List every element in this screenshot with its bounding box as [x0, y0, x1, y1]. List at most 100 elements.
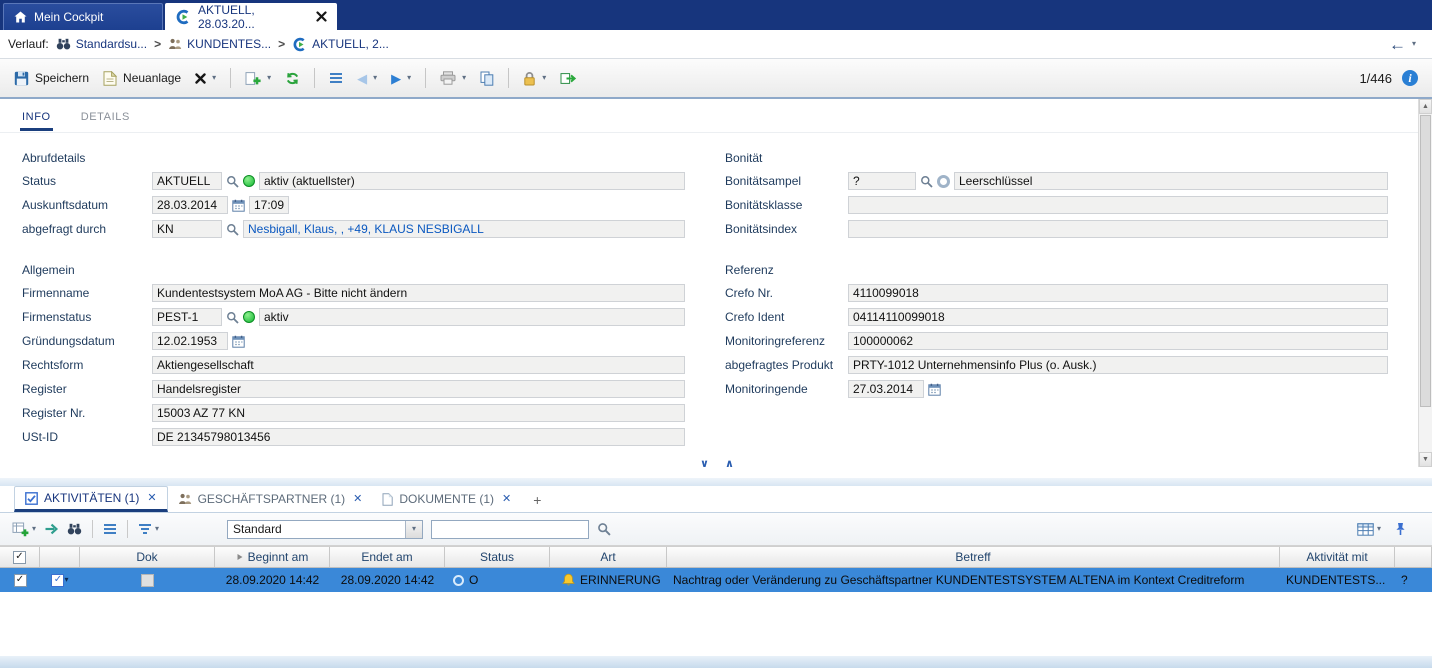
lookup-icon[interactable]: [226, 223, 239, 236]
calendar-icon[interactable]: [232, 335, 245, 348]
scroll-down-icon[interactable]: ▼: [1419, 452, 1432, 467]
window-tab-aktuell[interactable]: AKTUELL, 28.03.20...: [165, 3, 337, 30]
rechtsform-field[interactable]: Aktiengesellschaft: [152, 356, 685, 374]
add-activity-button[interactable]: ▾: [12, 522, 36, 537]
collapse-up-icon[interactable]: ∧: [725, 457, 734, 470]
scrollbar-thumb[interactable]: [1420, 115, 1431, 407]
abgefragt-durch-text-field[interactable]: Nesbigall, Klaus, , +49, KLAUS NESBIGALL: [243, 220, 685, 238]
breadcrumb-item-aktuell[interactable]: AKTUELL, 2...: [292, 37, 389, 52]
print-button[interactable]: ▾: [436, 67, 470, 89]
user-link[interactable]: Nesbigall, Klaus, , +49, KLAUS NESBIGALL: [248, 222, 484, 236]
ust-id-field[interactable]: DE 21345798013456: [152, 428, 685, 446]
register-field[interactable]: Handelsregister: [152, 380, 685, 398]
monitoringreferenz-field[interactable]: 100000062: [848, 332, 1388, 350]
toolbar-separator: [127, 520, 128, 538]
copy-button[interactable]: [476, 67, 498, 90]
section-referenz: Referenz: [725, 255, 1388, 281]
delete-button[interactable]: ▾: [191, 69, 220, 88]
grid-settings-button[interactable]: ▾: [1357, 523, 1381, 536]
search-icon[interactable]: [597, 522, 611, 536]
abgefragt-durch-code-field[interactable]: KN: [152, 220, 222, 238]
view-select[interactable]: Standard ▾: [227, 520, 423, 539]
lookup-icon[interactable]: [226, 175, 239, 188]
header-beginnt-am[interactable]: Beginnt am: [215, 547, 330, 567]
lock-button[interactable]: ▾: [519, 67, 550, 90]
close-tab-icon[interactable]: [316, 11, 327, 22]
chevron-down-icon[interactable]: ▾: [64, 576, 68, 584]
refresh-button[interactable]: [281, 67, 304, 90]
close-tab-icon[interactable]: ✕: [353, 494, 362, 505]
list-view-button[interactable]: [103, 523, 117, 535]
scroll-up-icon[interactable]: ▲: [1419, 99, 1432, 114]
bonitaetsindex-field[interactable]: [848, 220, 1388, 238]
form-scrollbar[interactable]: ▲ ▼: [1418, 99, 1432, 467]
field-row-register-nr: Register Nr. 15003 AZ 77 KN: [22, 401, 685, 425]
panel-splitter[interactable]: [0, 478, 1432, 486]
collapse-down-icon[interactable]: ∨: [700, 457, 709, 470]
breadcrumb-item-standardsuche[interactable]: Standardsu...: [56, 37, 147, 51]
scrollbar-track[interactable]: [1419, 408, 1432, 452]
add-related-button[interactable]: ▾: [241, 67, 275, 90]
window-tab-mein-cockpit[interactable]: Mein Cockpit: [3, 3, 163, 30]
firmenname-field[interactable]: Kundentestsystem MoA AG - Bitte nicht än…: [152, 284, 685, 302]
lookup-icon[interactable]: [226, 311, 239, 324]
table-row[interactable]: ✓ ✓▾ 28.09.2020 14:42 28.09.2020 14:42 O…: [0, 568, 1432, 592]
firmenstatus-text-field[interactable]: aktiv: [259, 308, 685, 326]
header-aktivitaet-mit[interactable]: Aktivität mit: [1280, 547, 1395, 567]
header-select-all[interactable]: ✓: [0, 547, 40, 567]
history-back-icon[interactable]: ←: [1389, 36, 1406, 53]
header-betreff[interactable]: Betreff: [667, 547, 1280, 567]
lookup-icon[interactable]: [920, 175, 933, 188]
header-art[interactable]: Art: [550, 547, 667, 567]
tab-aktivitaeten[interactable]: AKTIVITÄTEN (1) ✕: [14, 486, 168, 512]
abgefragtes-produkt-field[interactable]: PRTY-1012 Unternehmensinfo Plus (o. Ausk…: [848, 356, 1388, 374]
status-text-field[interactable]: aktiv (aktuellster): [259, 172, 685, 190]
save-button[interactable]: Speichern: [10, 67, 93, 90]
export-button[interactable]: [556, 67, 581, 90]
close-tab-icon[interactable]: ✕: [502, 494, 511, 505]
tab-details[interactable]: DETAILS: [79, 107, 132, 131]
combo-dropdown-button[interactable]: ▾: [405, 521, 422, 538]
monitoringende-field[interactable]: 27.03.2014: [848, 380, 924, 398]
field-label: Bonitätsindex: [725, 222, 844, 236]
header-activity-type[interactable]: [40, 547, 80, 567]
filter-button[interactable]: ▾: [138, 523, 159, 535]
next-record-button[interactable]: ▶ ▾: [387, 68, 415, 89]
calendar-icon[interactable]: [928, 383, 941, 396]
new-record-button[interactable]: Neuanlage: [99, 67, 185, 90]
previous-record-button[interactable]: ◀ ▾: [353, 68, 381, 89]
info-icon[interactable]: i: [1402, 70, 1418, 86]
auskunftsdatum-field[interactable]: 28.03.2014: [152, 196, 228, 214]
tab-info[interactable]: INFO: [20, 107, 53, 131]
activity-search-input[interactable]: [431, 520, 589, 539]
close-tab-icon[interactable]: ✕: [147, 493, 156, 504]
history-dropdown-icon[interactable]: ▾: [1412, 40, 1416, 48]
row-type-cell[interactable]: ✓▾: [40, 568, 80, 592]
auskunftszeit-field[interactable]: 17:09: [249, 196, 289, 214]
list-view-button[interactable]: [325, 68, 347, 88]
header-dok[interactable]: Dok: [80, 547, 215, 567]
crefo-ident-field[interactable]: 04114110099018: [848, 308, 1388, 326]
bonitaetsklasse-field[interactable]: [848, 196, 1388, 214]
gruendungsdatum-field[interactable]: 12.02.1953: [152, 332, 228, 350]
bonitaetsampel-text-field[interactable]: Leerschlüssel: [954, 172, 1388, 190]
crefo-nr-field[interactable]: 4110099018: [848, 284, 1388, 302]
firmenstatus-code-field[interactable]: PEST-1: [152, 308, 222, 326]
calendar-icon[interactable]: [232, 199, 245, 212]
select-all-checkbox[interactable]: ✓: [13, 551, 26, 564]
tab-dokumente[interactable]: DOKUMENTE (1) ✕: [372, 486, 521, 512]
tab-geschaeftspartner[interactable]: GESCHÄFTSPARTNER (1) ✕: [168, 486, 373, 512]
add-tab-button[interactable]: +: [521, 492, 553, 512]
register-nr-field[interactable]: 15003 AZ 77 KN: [152, 404, 685, 422]
row-checkbox[interactable]: ✓: [14, 574, 27, 587]
field-row-crefo-nr: Crefo Nr. 4110099018: [725, 281, 1388, 305]
status-code-field[interactable]: AKTUELL: [152, 172, 222, 190]
header-endet-am[interactable]: Endet am: [330, 547, 445, 567]
row-select-cell[interactable]: ✓: [0, 568, 40, 592]
pin-icon[interactable]: [1395, 522, 1406, 536]
bonitaetsampel-code-field[interactable]: ?: [848, 172, 916, 190]
search-binoculars-button[interactable]: [67, 523, 82, 535]
header-status[interactable]: Status: [445, 547, 550, 567]
breadcrumb-item-kundentest[interactable]: KUNDENTES...: [168, 37, 271, 51]
assign-button[interactable]: [44, 523, 59, 535]
